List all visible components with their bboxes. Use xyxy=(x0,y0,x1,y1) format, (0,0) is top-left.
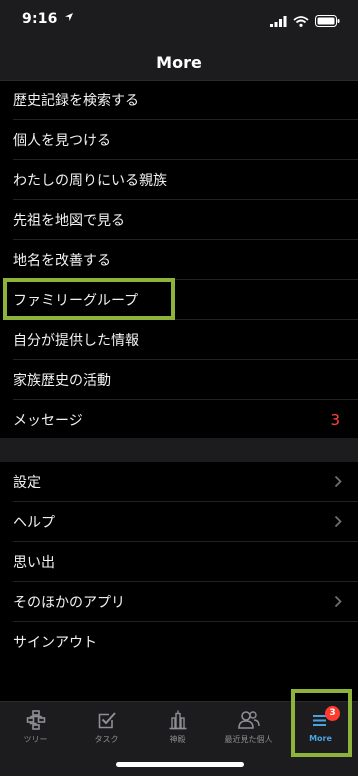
tree-icon xyxy=(0,710,71,730)
menu-item-help[interactable]: ヘルプ xyxy=(0,502,358,542)
settings-menu-list: 設定 ヘルプ 思い出 そのほかのアプリ サインアウト xyxy=(0,462,358,662)
tab-tree[interactable]: ツリー xyxy=(0,708,71,745)
temple-icon xyxy=(142,710,213,730)
menu-item-memories[interactable]: 思い出 xyxy=(0,542,358,582)
menu-item-label: 思い出 xyxy=(13,555,55,571)
menu-item-improve-place-names[interactable]: 地名を改善する xyxy=(0,240,358,280)
menu-item-family-history-activities[interactable]: 家族歴史の活動 xyxy=(0,360,358,400)
tab-recent-people[interactable]: 最近見た個人 xyxy=(213,708,284,745)
more-tab-highlight xyxy=(291,689,352,757)
menu-item-label: メッセージ xyxy=(13,413,83,429)
menu-item-label: わたしの周りにいる親族 xyxy=(13,173,167,189)
more-menu-list: 歴史記録を検索する 個人を見つける わたしの周りにいる親族 先祖を地図で見る 地… xyxy=(0,80,358,440)
menu-item-label: 個人を見つける xyxy=(13,133,111,149)
page-title: More xyxy=(156,52,202,72)
status-time: 9:16 xyxy=(22,11,58,27)
home-indicator xyxy=(116,762,244,767)
menu-item-other-apps[interactable]: そのほかのアプリ xyxy=(0,582,358,622)
menu-item-search-records[interactable]: 歴史記録を検索する xyxy=(0,80,358,120)
tab-label: 神殿 xyxy=(169,735,186,744)
tab-temple[interactable]: 神殿 xyxy=(142,708,213,745)
menu-item-label: 先祖を地図で見る xyxy=(13,213,125,229)
tab-label: ツリー xyxy=(23,735,48,744)
location-arrow-icon xyxy=(64,12,74,25)
menu-item-label: サインアウト xyxy=(13,635,97,651)
menu-item-messages[interactable]: メッセージ 3 xyxy=(0,400,358,440)
family-group-highlight xyxy=(3,278,175,320)
menu-item-label: 自分が提供した情報 xyxy=(13,333,139,349)
people-icon xyxy=(213,710,284,730)
menu-item-label: ヘルプ xyxy=(13,515,55,531)
tab-label: 最近見た個人 xyxy=(224,735,273,744)
chevron-right-icon xyxy=(334,595,342,612)
cellular-signal-icon xyxy=(270,12,287,31)
battery-icon xyxy=(315,12,340,31)
menu-item-sign-out[interactable]: サインアウト xyxy=(0,622,358,662)
menu-item-find-person[interactable]: 個人を見つける xyxy=(0,120,358,160)
menu-item-label: 設定 xyxy=(13,475,41,491)
status-indicators xyxy=(270,12,340,31)
menu-item-ancestors-map[interactable]: 先祖を地図で見る xyxy=(0,200,358,240)
section-separator xyxy=(0,438,358,462)
menu-item-label: 歴史記録を検索する xyxy=(13,93,139,109)
wifi-icon xyxy=(293,12,309,31)
task-icon xyxy=(71,710,142,730)
menu-item-label: そのほかのアプリ xyxy=(13,595,125,611)
menu-item-label: 家族歴史の活動 xyxy=(13,373,111,389)
menu-item-relatives-around-me[interactable]: わたしの周りにいる親族 xyxy=(0,160,358,200)
chevron-right-icon xyxy=(334,475,342,492)
tab-label: タスク xyxy=(94,735,119,744)
unread-count: 3 xyxy=(330,411,340,429)
menu-item-my-contributions[interactable]: 自分が提供した情報 xyxy=(0,320,358,360)
menu-item-label: 地名を改善する xyxy=(13,253,111,269)
navigation-bar: More xyxy=(0,44,358,81)
chevron-right-icon xyxy=(334,515,342,532)
menu-item-settings[interactable]: 設定 xyxy=(0,462,358,502)
status-bar: 9:16 xyxy=(0,0,358,44)
tab-tasks[interactable]: タスク xyxy=(71,708,142,745)
